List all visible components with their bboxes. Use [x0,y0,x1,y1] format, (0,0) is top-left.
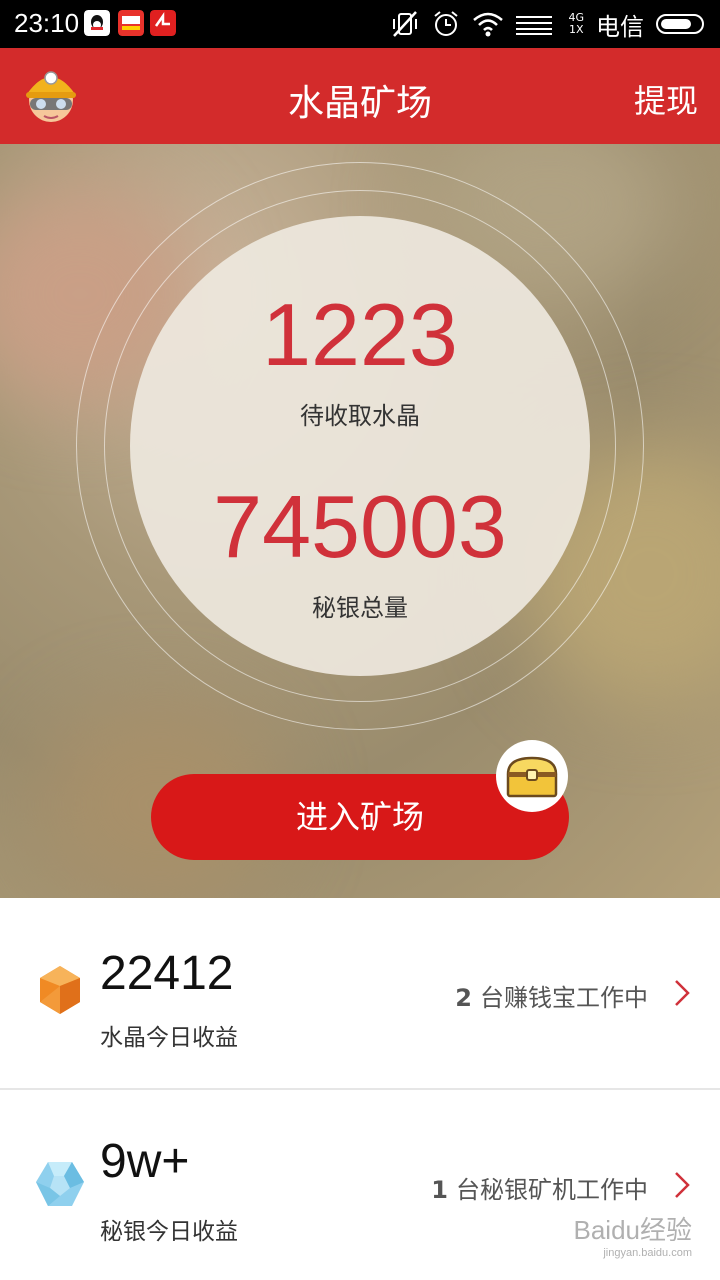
silver-total-value: 745003 [213,477,507,576]
vibrate-off-icon [393,11,418,37]
app-notification-icon [150,10,176,36]
network-type: 4G 1X [568,11,584,36]
silver-income-value: 9w+ [100,1135,190,1188]
crystal-income-label: 水晶今日收益 [100,1025,238,1051]
taobao-app-icon [118,10,144,36]
crystal-device-count: 2 [455,984,472,1012]
wifi-icon [473,12,504,37]
alarm-icon [434,11,459,36]
withdraw-button[interactable]: 提现 [634,76,698,122]
status-time: 23:10 [14,8,80,38]
chevron-right-icon [675,980,690,1006]
status-bar: 23:10 4G 1X 电信 [0,0,720,48]
baidu-watermark: Baidu经验 jingyan.baidu.com [573,1215,693,1259]
silver-device-status-text: 台秘银矿机工作中 [456,1176,648,1204]
carrier-name: 电信 [596,12,644,41]
signal-icon [516,16,553,35]
page-title: 水晶矿场 [287,83,432,124]
silver-device-count: 1 [431,1176,448,1204]
silver-ore-icon [36,1162,84,1206]
status-right-group: 4G 1X 电信 [390,6,704,42]
treasure-chest-icon [506,756,558,798]
mine-hero-panel: 1223 待收取水晶 745003 秘银总量 进入矿场 [0,144,720,898]
silver-income-label: 秘银今日收益 [100,1219,238,1245]
silver-device-status: 1 台秘银矿机工作中 [431,1170,648,1205]
silver-total-label: 秘银总量 [312,594,408,622]
battery-icon [656,14,704,34]
pending-crystal-label: 待收取水晶 [300,402,420,430]
app-header: 水晶矿场 提现 [0,48,720,144]
pending-crystal-value: 1223 [262,285,458,384]
crystal-income-value: 22412 [100,947,234,1000]
crystal-gem-icon [40,966,80,1014]
crystal-device-status: 2 台赚钱宝工作中 [455,978,648,1013]
qq-app-icon [84,10,110,36]
crystal-income-row[interactable]: 22412 水晶今日收益 2 台赚钱宝工作中 [0,898,720,1088]
chevron-right-icon [675,1172,690,1198]
treasure-chest-button[interactable] [496,740,568,812]
crystal-device-status-text: 台赚钱宝工作中 [480,984,648,1012]
